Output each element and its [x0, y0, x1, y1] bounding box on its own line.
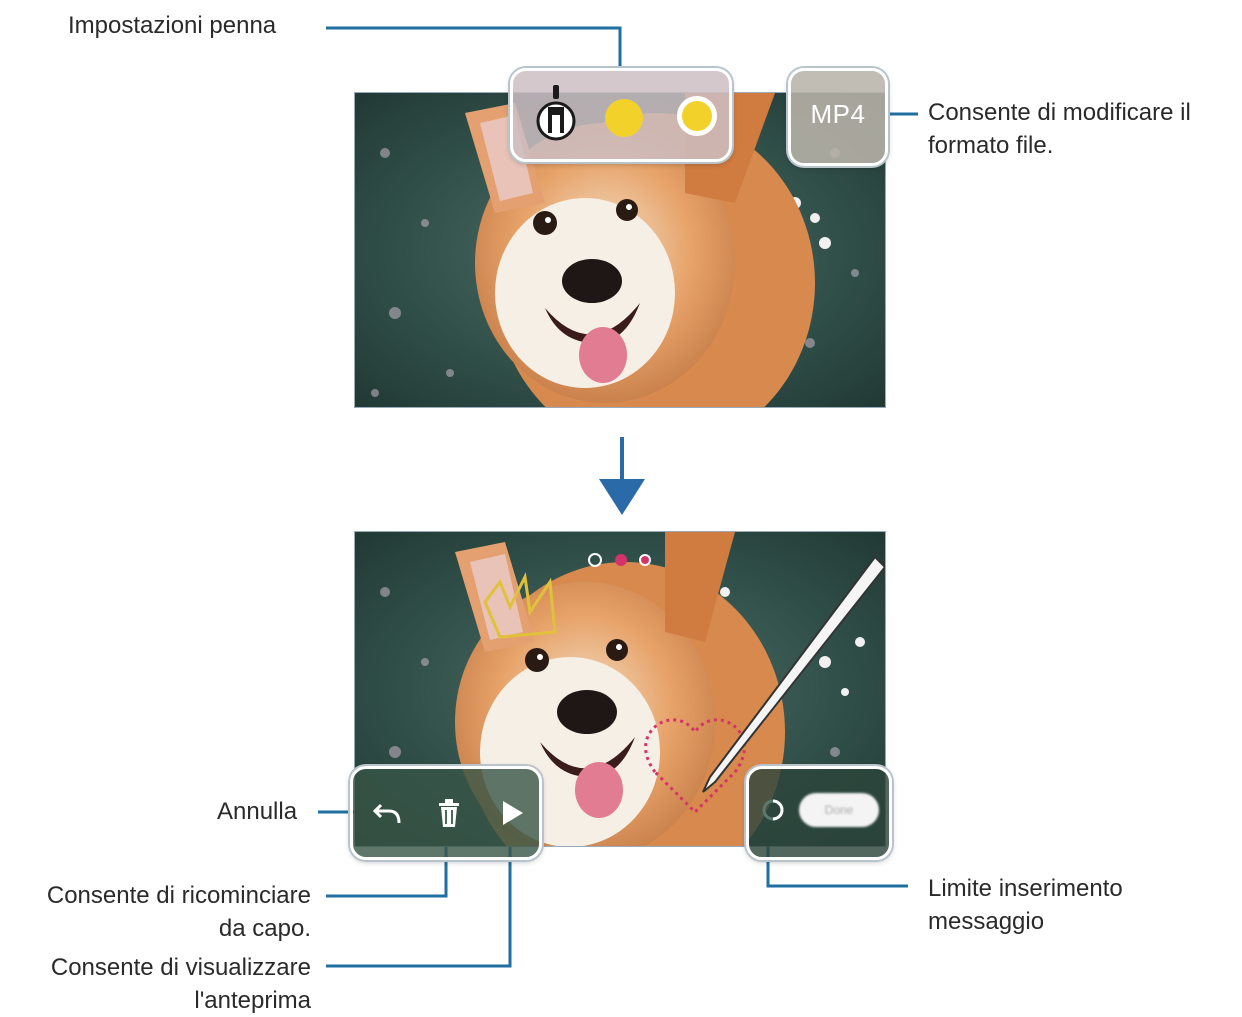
trash-icon[interactable] — [431, 795, 467, 831]
file-format-label-line2: formato file. — [928, 132, 1054, 159]
message-limit-panel: Done — [746, 766, 892, 860]
color-swatch-icon[interactable] — [605, 99, 643, 137]
done-button[interactable]: Done — [799, 793, 879, 827]
drawing-tools-panel — [350, 766, 542, 860]
file-format-label-line1: Consente di modificare il — [928, 99, 1191, 126]
restart-label-line2: da capo. — [218, 915, 311, 942]
file-format-value: MP4 — [810, 99, 866, 129]
pen-settings-panel — [510, 68, 732, 162]
undo-label: Annulla — [217, 798, 298, 825]
preview-label-line2: l'anteprima — [194, 987, 311, 1014]
arrow-down-icon — [599, 437, 645, 515]
undo-icon[interactable] — [371, 795, 407, 831]
preview-label-line1: Consente di visualizzare — [50, 954, 311, 981]
pen-size-icon[interactable] — [677, 96, 717, 136]
play-icon[interactable] — [493, 795, 529, 831]
spinner-icon — [762, 799, 784, 821]
pen-icon[interactable] — [535, 85, 577, 143]
restart-label-line1: Consente di ricominciare — [46, 882, 311, 909]
limit-label-line1: Limite inserimento — [928, 875, 1123, 902]
pen-settings-label: Impostazioni penna — [68, 12, 277, 39]
file-format-button[interactable]: MP4 — [788, 68, 888, 166]
limit-label-line2: messaggio — [928, 908, 1045, 935]
